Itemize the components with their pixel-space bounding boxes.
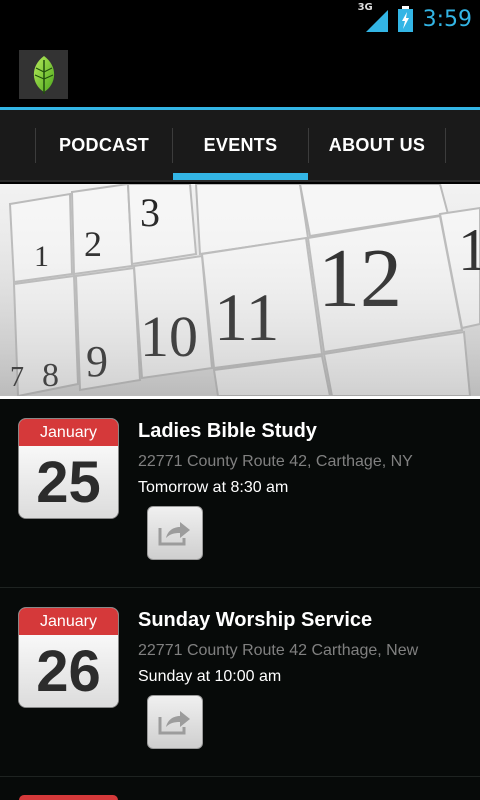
tab-label: ABOUT US xyxy=(328,135,426,155)
calendar-date-icon-partial xyxy=(19,795,118,800)
event-time: Sunday at 10:00 am xyxy=(138,668,282,685)
calendar-date-icon: January 26 xyxy=(19,608,118,707)
event-title: Ladies Bible Study xyxy=(138,420,317,442)
tab-events[interactable]: EVENTS xyxy=(173,110,308,181)
share-icon xyxy=(158,711,190,735)
action-bar xyxy=(0,38,480,107)
event-title: Sunday Worship Service xyxy=(138,609,373,631)
event-month: January xyxy=(19,608,118,635)
app-logo-leaf-icon[interactable] xyxy=(19,50,68,99)
event-day: 26 xyxy=(19,635,118,707)
clock: 3:59 xyxy=(422,6,472,32)
share-button[interactable] xyxy=(147,695,203,749)
tab-bar: PODCAST EVENTS ABOUT US xyxy=(0,110,480,181)
event-day: 25 xyxy=(19,446,118,518)
events-banner-image: 1 2 3 7 8 9 10 11 12 1 xyxy=(0,184,480,396)
event-location: 22771 County Route 42 Carthage, New xyxy=(138,642,419,659)
share-icon xyxy=(158,522,190,546)
event-item[interactable]: January 26 Sunday Worship Service 22771 … xyxy=(0,588,480,777)
list-divider xyxy=(0,776,480,777)
tab-label: PODCAST xyxy=(58,135,150,155)
signal-icon: 3G xyxy=(358,2,390,34)
event-month: January xyxy=(19,419,118,446)
status-bar: 3G 3:59 xyxy=(0,0,480,38)
tab-bar-bottom-border xyxy=(0,180,480,182)
tab-label: EVENTS xyxy=(203,135,278,155)
event-time: Tomorrow at 8:30 am xyxy=(138,479,289,496)
event-item[interactable]: January 25 Ladies Bible Study 22771 Coun… xyxy=(0,399,480,588)
calendar-date-icon: January 25 xyxy=(19,419,118,518)
battery-icon xyxy=(397,6,413,32)
tab-divider xyxy=(445,128,446,163)
share-button[interactable] xyxy=(147,506,203,560)
events-list: January 25 Ladies Bible Study 22771 Coun… xyxy=(0,399,480,800)
tab-podcast[interactable]: PODCAST xyxy=(36,110,172,181)
tab-about-us[interactable]: ABOUT US xyxy=(309,110,445,181)
event-location: 22771 County Route 42, Carthage, NY xyxy=(138,453,413,470)
